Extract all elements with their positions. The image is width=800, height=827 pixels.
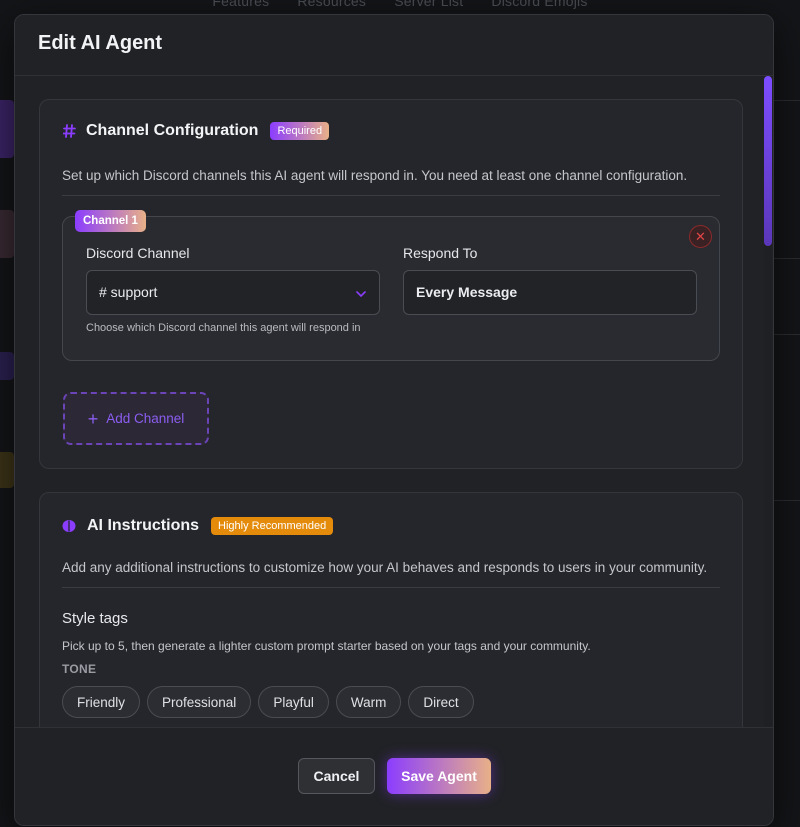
nav-resources[interactable]: Resources [297,0,366,9]
discord-channel-value: # support [99,284,158,300]
nav-discord-emojis[interactable]: Discord Emojis [491,0,587,9]
discord-channel-select[interactable]: # support [86,270,380,315]
respond-to-value: Every Message [416,284,518,300]
tone-tag-warm[interactable]: Warm [335,686,402,718]
respond-to-field[interactable]: Every Message [403,270,697,315]
tone-label: TONE [62,662,97,676]
modal-footer: Cancel Save Agent [15,727,773,825]
background-strip [0,452,14,488]
save-agent-button[interactable]: Save Agent [387,758,491,794]
channel-card: Channel 1 ✕ Discord Channel # support Ch… [62,210,720,361]
background-strip [0,210,14,258]
modal-title: Edit AI Agent [38,32,163,54]
discord-channel-hint: Choose which Discord channel this agent … [86,322,361,334]
section-title: Channel Configuration [86,122,259,139]
chevron-down-icon [356,285,366,301]
remove-channel-button[interactable]: ✕ [689,225,712,248]
background-nav: Features Resources Server List Discord E… [0,0,800,9]
modal-body[interactable]: Channel Configuration Required Set up wh… [15,76,773,727]
respond-to-label: Respond To [403,245,478,261]
channel-configuration-section: Channel Configuration Required Set up wh… [39,99,743,469]
style-tags-description: Pick up to 5, then generate a lighter cu… [62,639,591,653]
background-divider [773,100,800,101]
scrollbar-thumb[interactable] [764,76,772,246]
modal-header: Edit AI Agent [15,15,773,76]
hash-icon [62,123,76,139]
tone-tag-professional[interactable]: Professional [147,686,252,718]
highly-recommended-badge: Highly Recommended [211,517,334,535]
brain-icon [62,518,76,534]
plus-icon: + [87,408,99,429]
edit-agent-modal: Edit AI Agent Channel Configuration Requ… [14,14,774,826]
add-channel-label: Add Channel [106,411,185,426]
section-title: AI Instructions [87,517,200,534]
style-tags-title: Style tags [62,610,128,627]
nav-server-list[interactable]: Server List [394,0,463,9]
tone-tag-direct[interactable]: Direct [408,686,474,718]
background-divider [773,258,800,259]
cancel-button[interactable]: Cancel [298,758,375,794]
required-badge: Required [270,122,330,140]
background-strip [0,100,14,158]
channel-configuration-header: Channel Configuration Required [62,122,330,140]
background-divider [773,334,800,335]
tone-tag-friendly[interactable]: Friendly [62,686,141,718]
background-divider [773,500,800,501]
ai-instructions-section: AI Instructions Highly Recommended Add a… [39,492,743,727]
discord-channel-label: Discord Channel [86,245,190,261]
channel-badge: Channel 1 [75,210,146,232]
tone-tag-playful[interactable]: Playful [258,686,329,718]
nav-features[interactable]: Features [212,0,269,9]
tone-tags: Friendly Professional Playful Warm Direc… [62,686,481,718]
close-icon: ✕ [695,229,706,244]
section-description: Set up which Discord channels this AI ag… [62,168,720,196]
add-channel-button[interactable]: + Add Channel [63,392,209,445]
background-strip [0,352,14,380]
section-description: Add any additional instructions to custo… [62,560,720,588]
ai-instructions-header: AI Instructions Highly Recommended [62,517,334,535]
